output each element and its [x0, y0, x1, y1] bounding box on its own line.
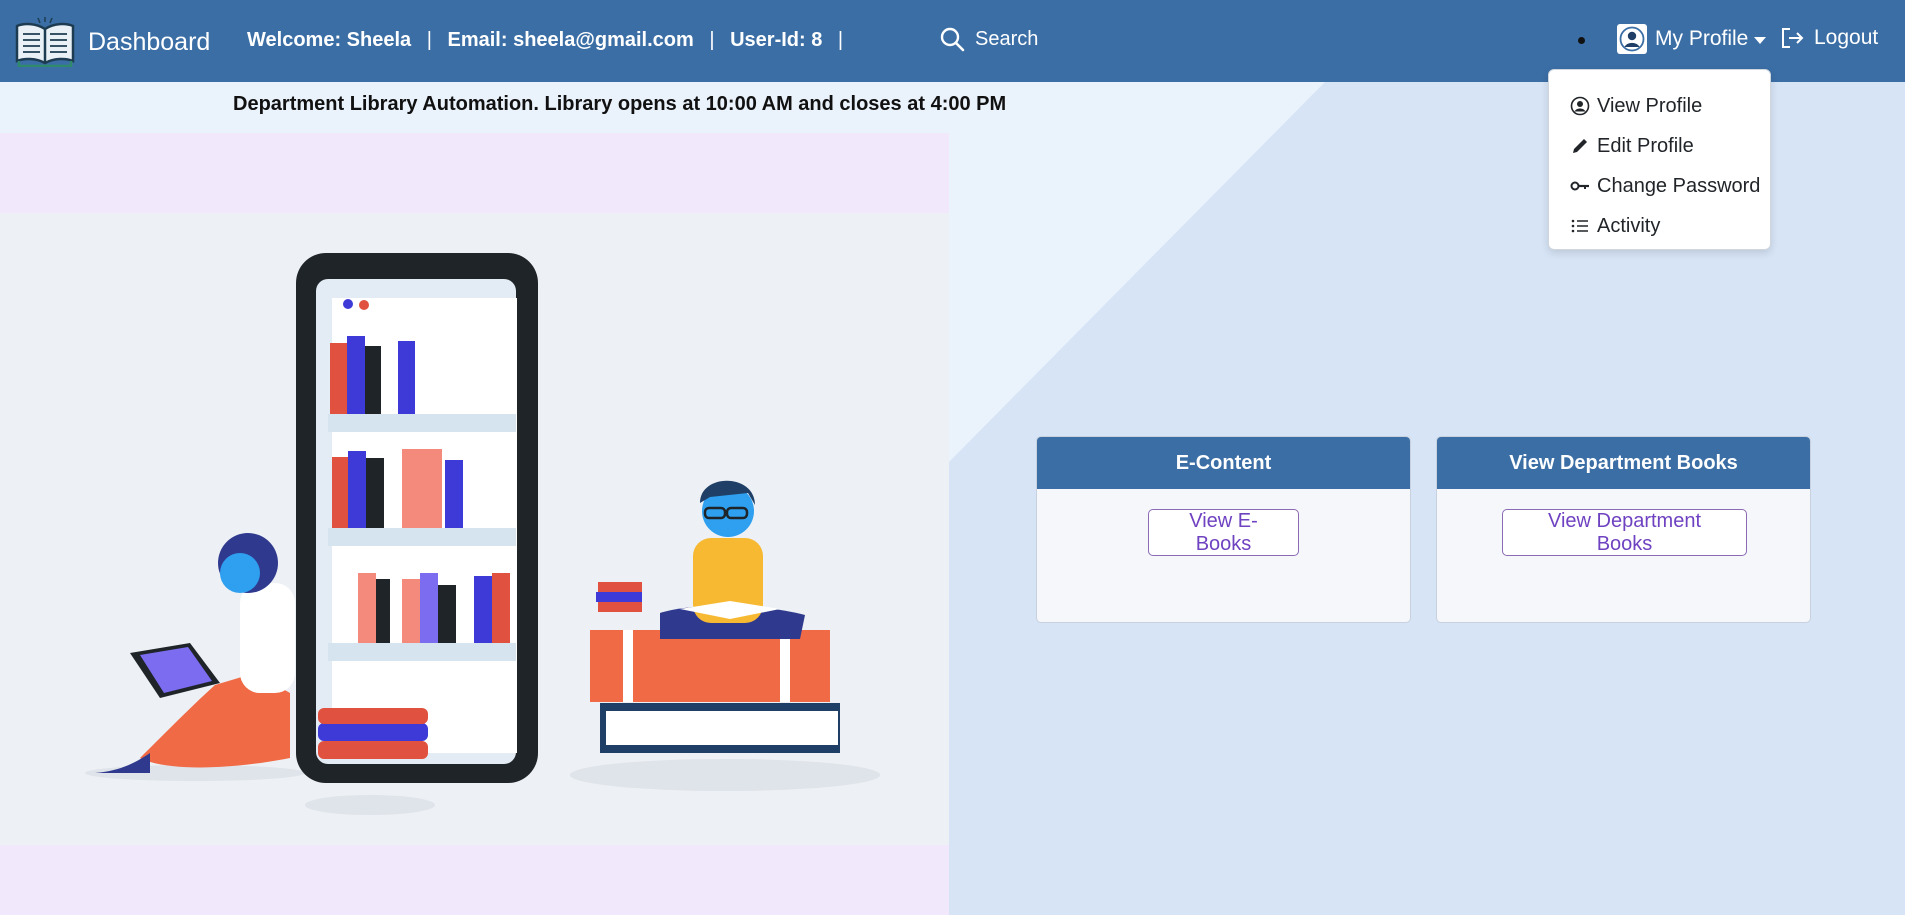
logout-button[interactable]: Logout	[1780, 26, 1878, 50]
welcome-name: Sheela	[346, 29, 412, 51]
menu-item-label: Activity	[1597, 214, 1661, 237]
reading-illustration-image	[85, 253, 880, 815]
announcement-text: Department Library Automation. Library o…	[233, 93, 1007, 115]
logout-icon	[1782, 28, 1804, 48]
search-link[interactable]: Search	[939, 26, 1038, 52]
menu-item-change-password[interactable]: Change Password	[1549, 166, 1770, 206]
view-e-books-button[interactable]: View E-Books	[1148, 509, 1299, 556]
menu-item-edit-profile[interactable]: Edit Profile	[1549, 126, 1770, 166]
email-label: Email:	[447, 29, 508, 51]
user-circle-icon	[1617, 24, 1647, 54]
userid-value: 8	[811, 29, 823, 51]
profile-dropdown-menu: View Profile Edit Profile Change Passwor…	[1548, 69, 1771, 250]
department-books-card: View Department Books View Department Bo…	[1436, 436, 1811, 623]
library-illustration	[0, 133, 949, 915]
view-department-books-button[interactable]: View Department Books	[1502, 509, 1747, 556]
brand-title: Dashboard	[88, 27, 211, 56]
welcome-label: Welcome:	[247, 29, 342, 51]
status-dot	[1578, 37, 1585, 44]
separator: |	[837, 29, 844, 51]
search-icon	[940, 27, 965, 52]
separator: |	[709, 29, 715, 51]
card-title: E-Content	[1037, 437, 1410, 489]
key-icon	[1569, 175, 1591, 197]
email-value: sheela@gmail.com	[513, 29, 694, 51]
menu-item-label: Edit Profile	[1597, 134, 1694, 157]
profile-label: My Profile	[1655, 27, 1749, 50]
card-title: View Department Books	[1437, 437, 1810, 489]
e-content-card: E-Content View E-Books	[1036, 436, 1411, 623]
my-profile-dropdown-toggle[interactable]: My Profile	[1617, 24, 1767, 54]
menu-item-activity[interactable]: Activity	[1549, 206, 1770, 246]
menu-item-view-profile[interactable]: View Profile	[1549, 86, 1770, 126]
menu-item-label: Change Password	[1597, 174, 1761, 197]
menu-item-label: View Profile	[1597, 94, 1703, 117]
open-book-icon	[15, 17, 75, 67]
userid-label: User-Id:	[730, 29, 806, 51]
search-label: Search	[975, 27, 1039, 50]
user-info: Welcome: Sheela | Email: sheela@gmail.co…	[247, 29, 853, 52]
logout-label: Logout	[1814, 26, 1879, 49]
pencil-icon	[1569, 135, 1591, 157]
chevron-down-icon	[1754, 37, 1767, 44]
announcement-bar: Department Library Automation. Library o…	[0, 82, 1320, 128]
separator: |	[426, 29, 432, 51]
user-circle-icon	[1569, 95, 1591, 117]
list-icon	[1569, 215, 1591, 237]
brand-link[interactable]: Dashboard	[14, 17, 210, 67]
